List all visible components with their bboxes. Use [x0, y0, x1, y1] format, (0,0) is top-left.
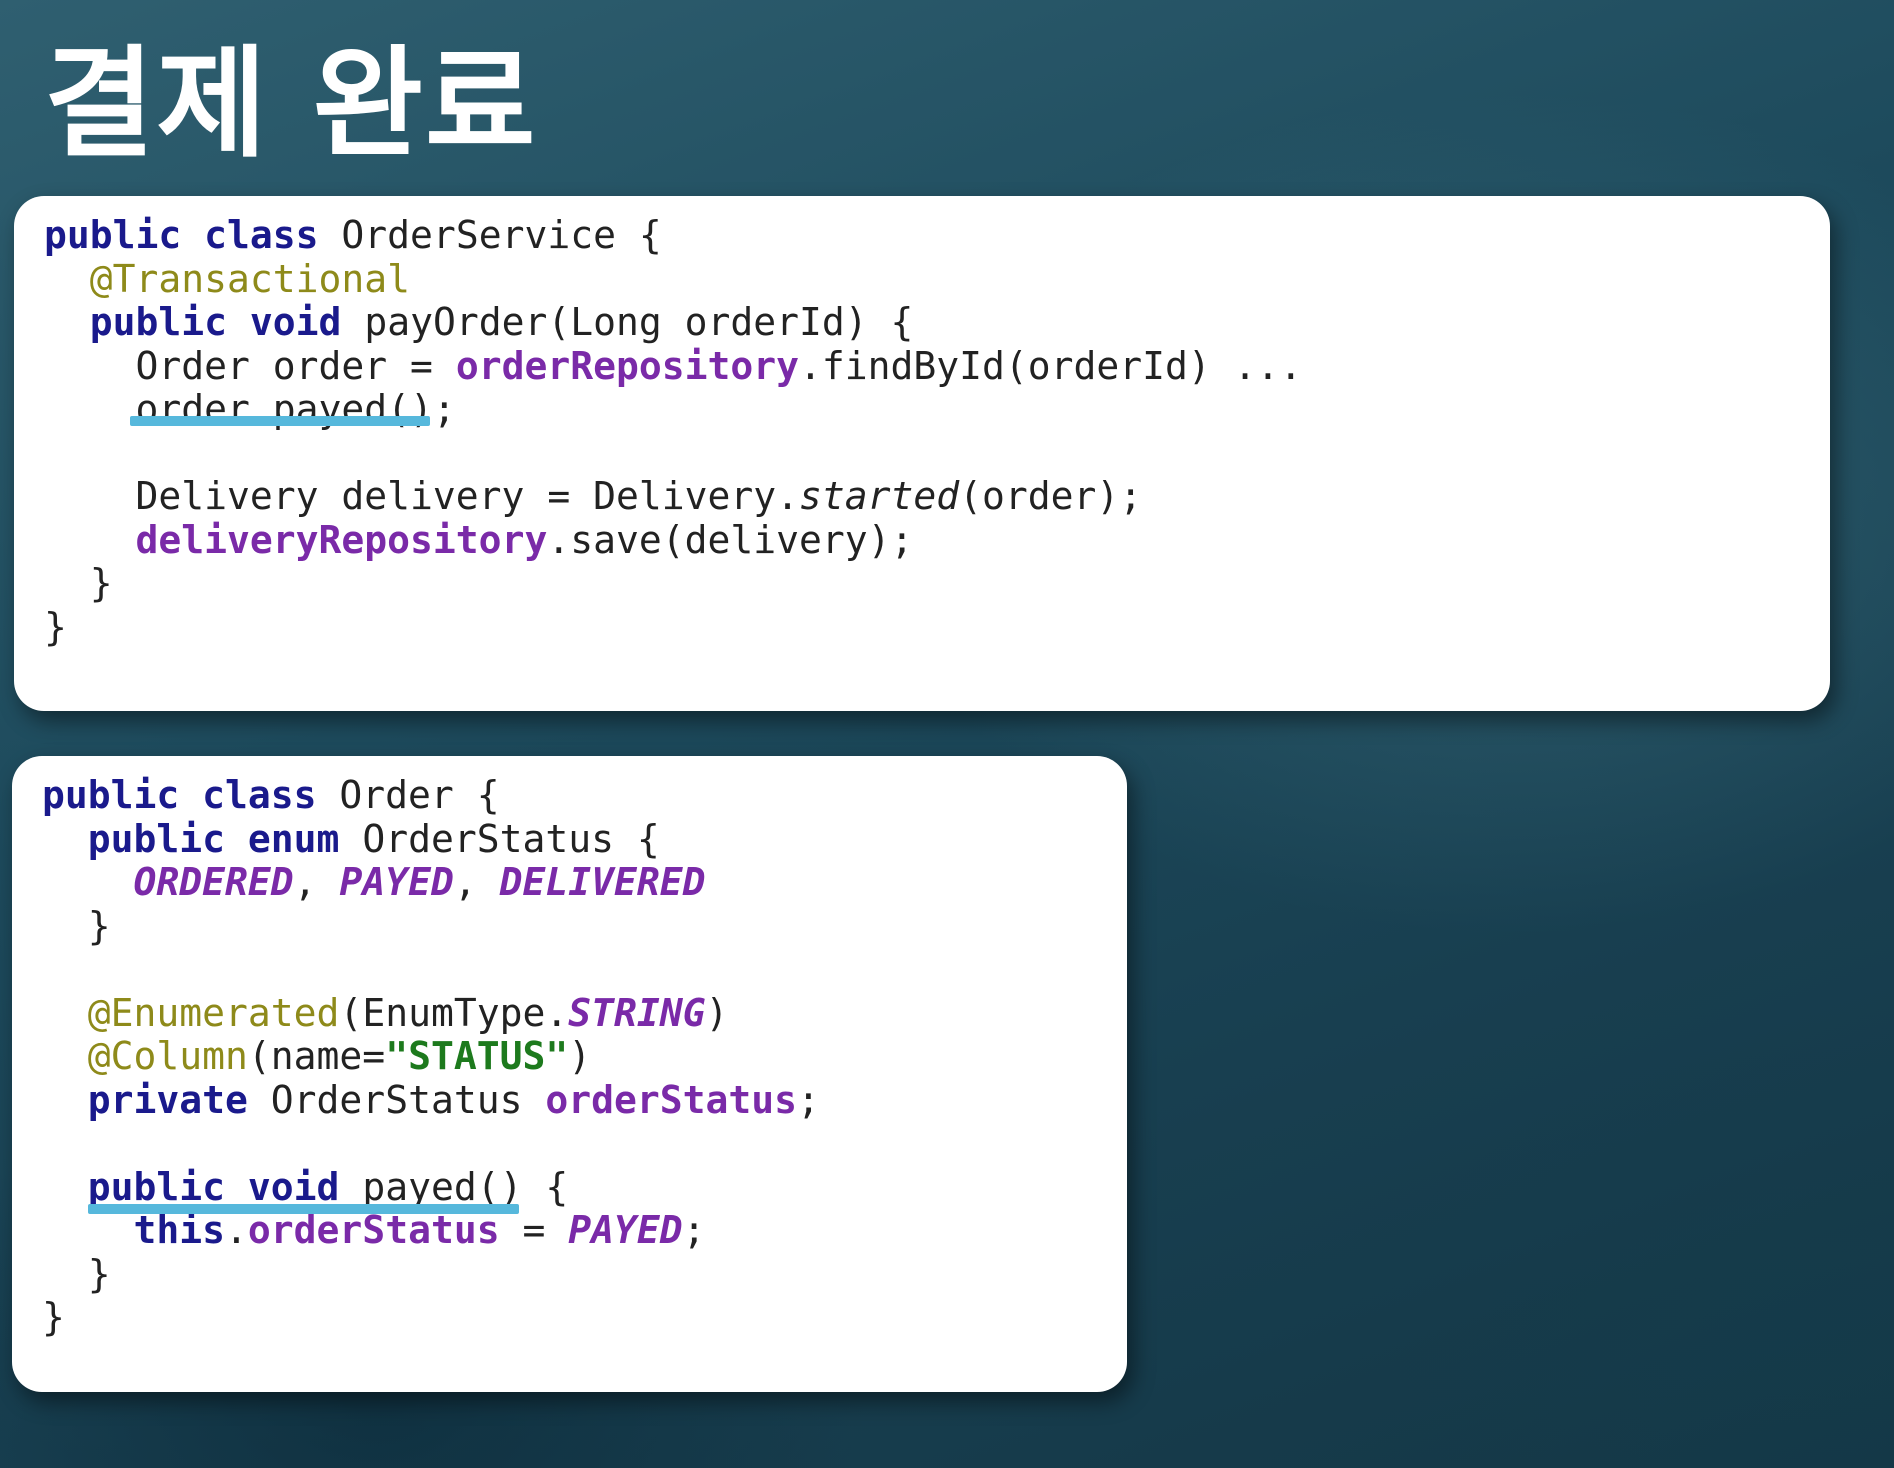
code-token: orderRepository — [455, 343, 799, 388]
code-token: payed() { — [339, 1164, 569, 1209]
code-token: public void — [89, 300, 342, 344]
code-token: Order { — [316, 773, 500, 817]
code-token: orderStatus — [247, 1208, 500, 1252]
code-token: } — [42, 903, 111, 948]
code-token: .save(delivery); — [547, 517, 914, 562]
payed-method-highlight — [88, 1204, 519, 1214]
code-token: ; — [797, 1077, 820, 1122]
code-token: OrderStatus { — [339, 816, 660, 861]
code-token: private — [87, 1077, 248, 1122]
code-line: Order order = orderRepository.findById(o… — [44, 343, 1830, 389]
code-token: ) — [568, 1034, 592, 1078]
code-line: this.orderStatus = PAYED; — [42, 1208, 1127, 1253]
slide-title: 결제 완료 — [44, 35, 538, 174]
code-token: public void — [87, 1164, 340, 1209]
code-token: ) — [705, 990, 729, 1035]
code-line: } — [44, 561, 1830, 606]
code-token: ORDERED — [133, 860, 294, 904]
payed-call-highlight — [130, 416, 430, 426]
code-token: @Column — [87, 1034, 248, 1078]
code-line: public enum OrderStatus { — [42, 816, 1127, 862]
code-token: } — [42, 1295, 65, 1339]
code-token: ; — [682, 1208, 706, 1252]
code-token: deliveryRepository — [135, 517, 548, 562]
code-line: public class OrderService { — [44, 213, 1830, 258]
code-token: DELIVERED — [499, 860, 706, 904]
code-line: public void payed() { — [42, 1164, 1127, 1210]
code-token: started — [798, 474, 960, 518]
code-line: ORDERED, PAYED, DELIVERED — [42, 860, 1127, 905]
code-token: Order order = — [44, 343, 456, 388]
order-entity-code: public class Order { public enum OrderSt… — [42, 773, 1127, 1340]
code-token: public class — [42, 773, 317, 817]
order-service-code: public class OrderService { @Transaction… — [44, 213, 1830, 650]
code-token: (order); — [959, 474, 1143, 518]
code-token: (name= — [247, 1034, 386, 1078]
code-token: STRING — [568, 990, 706, 1035]
code-line: } — [42, 903, 1127, 949]
code-token: PAYED — [339, 860, 454, 904]
code-line: deliveryRepository.save(delivery); — [44, 517, 1830, 563]
code-token: .findById(orderId) ... — [798, 343, 1303, 388]
code-token: OrderStatus — [247, 1077, 546, 1122]
code-line: public class Order { — [42, 773, 1127, 818]
code-token: OrderService { — [318, 213, 662, 257]
code-token: payOrder(Long orderId) { — [341, 300, 914, 344]
code-token: (EnumType. — [339, 990, 569, 1035]
code-token: Delivery delivery = Delivery. — [44, 474, 799, 518]
code-line: @Enumerated(EnumType.STRING) — [42, 990, 1127, 1036]
code-token: PAYED — [568, 1208, 683, 1252]
order-service-code-panel: public class OrderService { @Transaction… — [14, 196, 1830, 711]
code-token: this — [133, 1208, 226, 1252]
code-line: private OrderStatus orderStatus; — [42, 1077, 1127, 1123]
code-line: } — [42, 1295, 1127, 1340]
code-line: Delivery delivery = Delivery.started(ord… — [44, 474, 1830, 519]
code-token: } — [44, 561, 113, 605]
code-token: @Enumerated — [87, 990, 340, 1035]
order-entity-code-panel: public class Order { public enum OrderSt… — [12, 756, 1127, 1392]
code-line: public void payOrder(Long orderId) { — [44, 300, 1830, 345]
code-token: = — [499, 1208, 569, 1252]
code-token: , — [293, 860, 340, 904]
code-line: @Column(name="STATUS") — [42, 1034, 1127, 1079]
code-token: } — [42, 1251, 111, 1296]
code-token: orderStatus — [545, 1077, 798, 1122]
code-token: public enum — [87, 816, 340, 861]
code-token: "STATUS" — [385, 1034, 569, 1078]
code-line: } — [42, 1251, 1127, 1297]
code-token: . — [225, 1208, 248, 1252]
code-line: } — [44, 604, 1830, 650]
code-token: } — [44, 604, 67, 649]
code-token: , — [453, 860, 500, 904]
code-line: @Transactional — [44, 256, 1830, 302]
code-token: @Transactional — [89, 256, 411, 301]
code-token: public class — [44, 213, 319, 257]
